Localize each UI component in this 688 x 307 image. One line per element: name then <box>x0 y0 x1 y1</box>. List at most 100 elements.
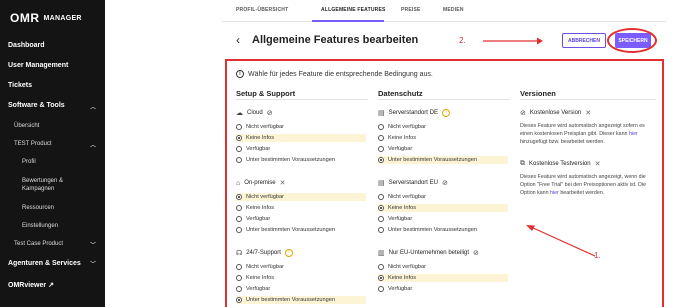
radio-button[interactable] <box>378 286 384 292</box>
option-label: Nicht verfügbar <box>246 264 284 270</box>
option-unter-bestimmten[interactable]: Unter bestimmten Voraussetzungen <box>236 296 366 304</box>
option-nicht-verfuegbar[interactable]: Nicht verfügbar <box>378 193 430 201</box>
radio-button[interactable] <box>236 157 242 163</box>
eye-off-icon[interactable]: ⊘ <box>442 179 448 187</box>
option-label: Unter bestimmten Voraussetzungen <box>388 227 477 233</box>
sidebar-item-omrviewer[interactable]: OMRviewer ↗ <box>8 281 54 289</box>
chevron-down-icon[interactable]: ﹀ <box>90 259 96 268</box>
back-arrow-icon[interactable]: ‹ <box>236 33 240 47</box>
sidebar-item-profil[interactable]: Profil <box>22 159 36 165</box>
radio-button[interactable] <box>378 216 384 222</box>
warning-icon[interactable]: ! <box>284 249 293 257</box>
radio-button[interactable] <box>236 135 242 141</box>
info-text: Wähle für jedes Feature die entsprechend… <box>248 70 433 78</box>
tab-preise[interactable]: PREISE <box>401 7 421 13</box>
radio-button[interactable] <box>378 157 384 163</box>
option-unter-bestimmten[interactable]: Unter bestimmten Voraussetzungen <box>378 226 481 234</box>
close-icon[interactable]: ✕ <box>280 179 286 187</box>
warning-icon[interactable]: ! <box>441 109 450 117</box>
sidebar-item-software-tools[interactable]: Software & Tools <box>8 102 65 109</box>
option-label: Keine Infos <box>246 275 274 281</box>
option-keine-infos[interactable]: Keine Infos <box>378 134 420 142</box>
sidebar-item-bewertungen[interactable]: Bewertungen & Kampagnen <box>22 177 82 193</box>
option-verfuegbar[interactable]: Verfügbar <box>378 145 416 153</box>
radio-button[interactable] <box>236 286 242 292</box>
chevron-up-icon[interactable]: ︿ <box>90 102 96 111</box>
option-verfuegbar[interactable]: Verfügbar <box>236 285 274 293</box>
option-keine-infos[interactable]: Keine Infos <box>236 274 278 282</box>
radio-button[interactable] <box>236 216 242 222</box>
radio-button[interactable] <box>236 146 242 152</box>
radio-button[interactable] <box>378 124 384 130</box>
radio-button[interactable] <box>378 264 384 270</box>
radio-button[interactable] <box>236 194 242 200</box>
sidebar-item-dashboard[interactable]: Dashboard <box>8 42 45 49</box>
radio-button[interactable] <box>378 205 384 211</box>
sidebar-item-uebersicht[interactable]: Übersicht <box>14 123 39 129</box>
radio-button[interactable] <box>236 205 242 211</box>
option-label: Verfügbar <box>388 286 413 292</box>
sidebar-item-test-product[interactable]: TEST Product <box>14 141 52 147</box>
chevron-up-icon[interactable]: ︿ <box>90 140 96 149</box>
radio-button[interactable] <box>236 124 242 130</box>
logo[interactable]: OMR MANAGER <box>10 11 82 25</box>
sidebar-item-test-case-product[interactable]: Test Case Product <box>14 241 63 247</box>
radio-button[interactable] <box>378 146 384 152</box>
radio-button[interactable] <box>236 297 242 303</box>
option-nicht-verfuegbar[interactable]: Nicht verfügbar <box>236 123 288 131</box>
option-nicht-verfuegbar[interactable]: Nicht verfügbar <box>378 263 430 271</box>
eye-off-icon[interactable]: ⊘ <box>473 249 479 257</box>
radio-button[interactable] <box>378 227 384 233</box>
option-nicht-verfuegbar[interactable]: Nicht verfügbar <box>236 263 288 271</box>
eye-off-icon[interactable]: ⊘ <box>267 109 273 117</box>
feature-serverstandort-de: ▤ Serverstandort DE ! <box>378 109 450 117</box>
feature-label: Nur EU-Unternehmen beteiligt <box>388 250 469 256</box>
option-verfuegbar[interactable]: Verfügbar <box>236 145 274 153</box>
option-keine-infos[interactable]: Keine Infos <box>236 134 366 142</box>
home-icon: ⌂ <box>236 179 241 187</box>
feature-label: Kostenlose Testversion <box>529 161 591 167</box>
tab-allgemeine-features[interactable]: ALLGEMEINE FEATURES <box>321 7 386 13</box>
option-verfuegbar[interactable]: Verfügbar <box>378 215 416 223</box>
feature-cloud: ☁ Cloud ⊘ <box>236 109 273 117</box>
close-icon[interactable]: ✕ <box>585 109 591 117</box>
radio-button[interactable] <box>378 275 384 281</box>
server-icon: ▤ <box>378 110 385 117</box>
option-label: Keine Infos <box>388 275 416 281</box>
option-label: Keine Infos <box>246 205 274 211</box>
tab-profil-uebersicht[interactable]: PROFIL-ÜBERSICHT <box>236 7 288 13</box>
sidebar-item-einstellungen[interactable]: Einstellungen <box>22 223 58 229</box>
sidebar-item-ressourcen[interactable]: Ressourcen <box>22 205 54 211</box>
edit-link[interactable]: hier <box>550 190 559 196</box>
option-keine-infos[interactable]: Keine Infos <box>236 204 278 212</box>
option-verfuegbar[interactable]: Verfügbar <box>378 285 416 293</box>
option-keine-infos[interactable]: Keine Infos <box>378 204 508 212</box>
radio-button[interactable] <box>378 135 384 141</box>
feature-on-premise: ⌂ On-premise ✕ <box>236 179 286 188</box>
option-label: Unter bestimmten Voraussetzungen <box>388 157 477 163</box>
option-keine-infos[interactable]: Keine Infos <box>378 274 508 282</box>
radio-button[interactable] <box>236 227 242 233</box>
radio-button[interactable] <box>236 264 242 270</box>
option-unter-bestimmten[interactable]: Unter bestimmten Voraussetzungen <box>236 156 339 164</box>
tab-medien[interactable]: MEDIEN <box>443 7 464 13</box>
sidebar-item-agenturen[interactable]: Agenturen & Services <box>8 260 81 267</box>
option-nicht-verfuegbar[interactable]: Nicht verfügbar <box>236 193 366 201</box>
option-verfuegbar[interactable]: Verfügbar <box>236 215 274 223</box>
edit-link[interactable]: hier <box>629 131 638 137</box>
option-unter-bestimmten[interactable]: Unter bestimmten Voraussetzungen <box>378 156 508 164</box>
close-icon[interactable]: ✕ <box>595 160 601 168</box>
feature-label: On-premise <box>244 180 276 186</box>
radio-button[interactable] <box>236 275 242 281</box>
option-label: Keine Infos <box>246 135 274 141</box>
option-nicht-verfuegbar[interactable]: Nicht verfügbar <box>378 123 430 131</box>
option-unter-bestimmten[interactable]: Unter bestimmten Voraussetzungen <box>236 226 339 234</box>
feature-serverstandort-eu: ▤ Serverstandort EU ⊘ <box>378 179 448 187</box>
sidebar-item-tickets[interactable]: Tickets <box>8 82 32 89</box>
chevron-down-icon[interactable]: ﹀ <box>90 240 96 249</box>
cancel-button[interactable]: ABBRECHEN <box>562 33 606 48</box>
description-text: bearbeitet werden. <box>558 190 605 196</box>
annotation-arrow-icon <box>526 225 596 257</box>
sidebar-item-user-management[interactable]: User Management <box>8 62 68 69</box>
radio-button[interactable] <box>378 194 384 200</box>
